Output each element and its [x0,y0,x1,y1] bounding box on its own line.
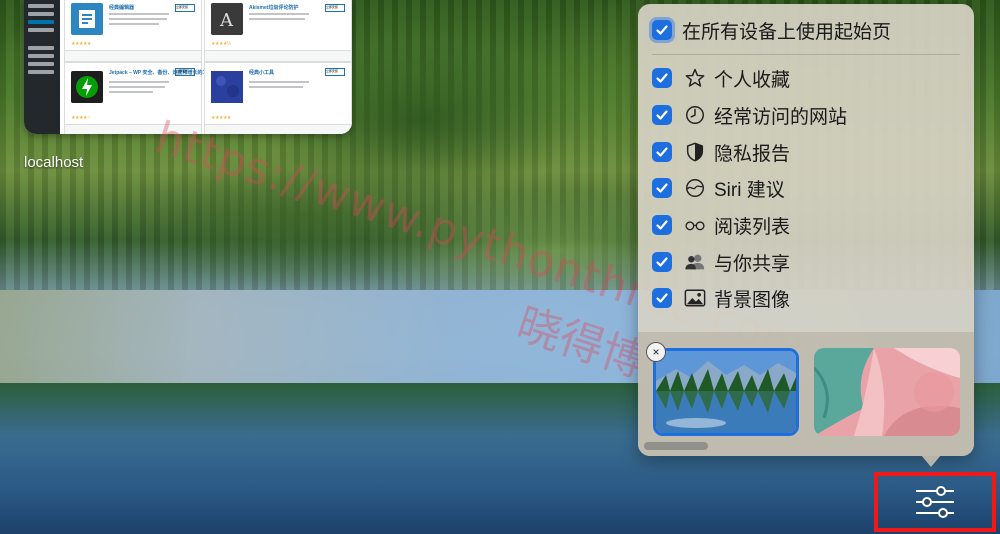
option-background-image[interactable]: 背景图像 [652,283,790,313]
plugin-title: Akismet垃圾评论防护 [249,5,299,11]
checkbox-checked[interactable] [652,105,672,125]
close-icon: × [652,345,660,359]
plugin-card: 经典小工具 立即安装 ★★★★★ [204,62,352,134]
checkbox-checked[interactable] [652,178,672,198]
lightning-icon [71,71,103,103]
remove-background-button[interactable]: × [646,342,666,362]
photo-icon [684,287,706,309]
option-reading-list-label: 阅读列表 [714,216,791,238]
pattern-icon [211,71,243,103]
plugin-document-icon [71,3,103,35]
lake-landscape-image [656,351,796,433]
plugin-card: A Akismet垃圾评论防护 立即安装 ★★★★½ [204,0,352,62]
checkbox-checked[interactable] [652,252,672,272]
plugin-rating: ★★★★★ [71,41,91,47]
divider [652,54,960,55]
sliders-icon [916,486,954,518]
checkbox-checked[interactable] [652,142,672,162]
option-frequently-visited-label: 经常访问的网站 [714,106,848,128]
option-shared-with-you-label: 与你共享 [714,253,791,275]
plugin-title: Jetpack – WP 安全、备份、速度和增长的工具 [109,70,213,76]
start-page-customize-popover: 在所有设备上使用起始页 个人收藏 经常访问的网站 隐私报告 Siri 建议 阅读… [638,4,974,456]
plugin-letter-icon: A [211,3,243,35]
option-privacy-report-label: 隐私报告 [714,143,791,165]
popover-caret [921,455,941,467]
glasses-icon [684,214,706,236]
option-reading-list[interactable]: 阅读列表 [652,210,790,240]
install-button: 立即安装 [325,68,345,76]
butterfly-image [814,348,960,436]
checkbox-checked[interactable] [652,68,672,88]
option-siri-suggestions-label: Siri 建议 [714,179,785,201]
option-background-image-label: 背景图像 [714,289,791,311]
checkbox-checked[interactable] [652,20,672,40]
sync-start-page-toggle[interactable]: 在所有设备上使用起始页 [652,15,891,45]
option-favorites[interactable]: 个人收藏 [652,63,790,93]
people-icon [684,251,706,273]
svg-text:A: A [219,10,234,31]
plugin-rating: ★★★★½ [211,41,231,47]
install-button: 立即安装 [175,4,195,12]
install-button: 立即安装 [325,4,345,12]
checkbox-checked[interactable] [652,215,672,235]
plugin-rating: ★★★★☆ [71,115,91,121]
star-icon [684,67,706,89]
background-tile-butterfly[interactable] [814,348,960,436]
wp-admin-sidebar [24,0,60,134]
background-tile-lake[interactable] [653,348,799,436]
thumbnail-label[interactable]: localhost [24,154,83,171]
install-button: 立即安装 [175,68,195,76]
option-privacy-report[interactable]: 隐私报告 [652,137,790,167]
plugin-rating: ★★★★★ [211,115,231,121]
option-shared-with-you[interactable]: 与你共享 [652,247,790,277]
siri-icon [684,177,706,199]
option-favorites-label: 个人收藏 [714,69,791,91]
customize-start-page-button[interactable] [874,472,996,532]
horizontal-scrollbar[interactable] [644,442,708,450]
option-siri-suggestions[interactable]: Siri 建议 [652,173,785,203]
shield-icon [684,141,706,163]
plugin-title: 经典编辑器 [109,5,135,11]
option-frequently-visited[interactable]: 经常访问的网站 [652,100,847,130]
plugin-card: 经典编辑器 立即安装 ★★★★★ [64,0,202,62]
clock-icon [684,104,706,126]
plugin-title: 经典小工具 [249,70,275,76]
frequently-visited-thumbnail[interactable]: 经典编辑器 立即安装 ★★★★★ A Akismet垃圾评论防护 立即安装 ★★… [24,0,352,134]
sync-start-page-label: 在所有设备上使用起始页 [682,21,892,43]
checkbox-checked[interactable] [652,288,672,308]
